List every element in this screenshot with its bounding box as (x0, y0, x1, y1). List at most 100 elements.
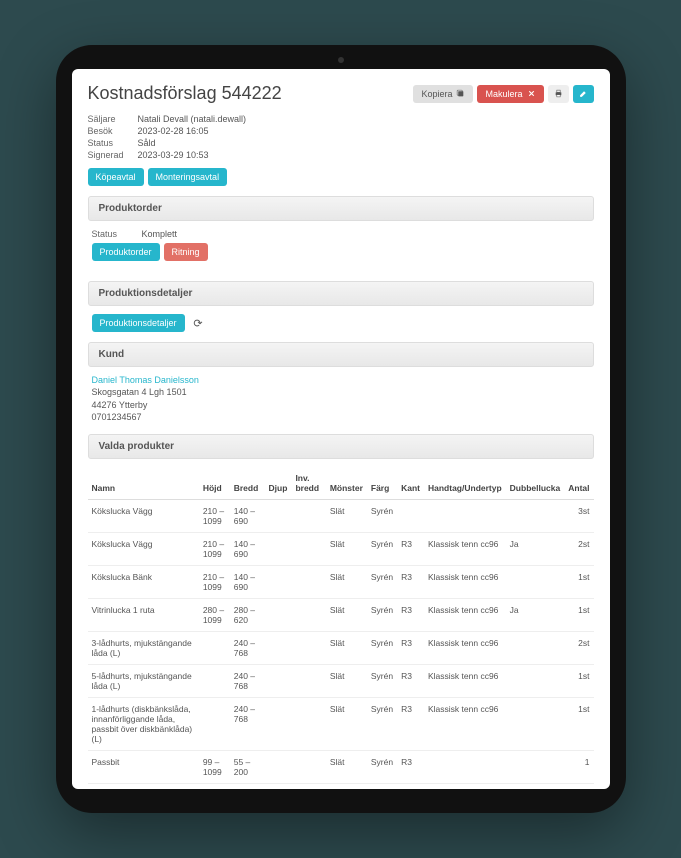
cell-name: Kökslucka Bänk (88, 565, 199, 598)
cell-edge (397, 499, 424, 532)
cell-edge (397, 783, 424, 789)
table-row: Vitrinlucka 1 ruta280 – 1099280 – 620Slä… (88, 598, 594, 631)
table-row: 3-lådhurts, mjukstängande låda (L) 240 – … (88, 631, 594, 664)
customer-name-link[interactable]: Daniel Thomas Danielsson (92, 375, 199, 385)
table-row: Kökslucka Vägg210 – 1099140 – 690SlätSyr… (88, 499, 594, 532)
copy-button[interactable]: Kopiera (413, 85, 473, 103)
cancel-button[interactable]: Makulera (477, 85, 543, 103)
copy-label: Kopiera (421, 89, 452, 99)
cell-color: Syrén (367, 750, 397, 783)
cell-double (506, 565, 565, 598)
cell-height: 210 – 1099 (199, 499, 230, 532)
cell-pattern: Slät (326, 664, 367, 697)
cell-double (506, 697, 565, 750)
col-qty: Antal (564, 467, 593, 500)
product-order-body: StatusKomplett Produktorder Ritning (88, 229, 594, 281)
cell-height (199, 631, 230, 664)
cell-depth (265, 631, 292, 664)
cell-color: Syrén (367, 598, 397, 631)
cell-inner (291, 532, 325, 565)
cell-width: 240 – 768 (230, 631, 265, 664)
cell-pattern: Slät (326, 631, 367, 664)
cell-handle (424, 499, 506, 532)
cell-qty: 3st (564, 499, 593, 532)
mounting-agreement-button[interactable]: Monteringsavtal (148, 168, 228, 186)
cell-handle (424, 783, 506, 789)
production-details-button[interactable]: Produktionsdetaljer (92, 314, 185, 332)
cell-inner (291, 631, 325, 664)
col-depth: Djup (265, 467, 292, 500)
table-row: Passbit99 – 109955 – 200SlätSyrénR31 (88, 750, 594, 783)
cell-handle: Klassisk tenn cc96 (424, 631, 506, 664)
cell-handle: Klassisk tenn cc96 (424, 565, 506, 598)
customer-body: Daniel Thomas Danielsson Skogsgatan 4 Lg… (88, 375, 594, 434)
product-order-heading: Produktorder (88, 196, 594, 221)
cell-edge: R3 (397, 750, 424, 783)
po-status-label: Status (92, 229, 136, 239)
cell-handle: Klassisk tenn cc96 (424, 532, 506, 565)
cell-name: 5-lådhurts, mjukstängande låda (L) (88, 664, 199, 697)
cell-height: 210 – 1099 (199, 532, 230, 565)
cell-name: 1-lådhurts (diskbänkslåda, innanförligga… (88, 697, 199, 750)
cell-depth (265, 532, 292, 565)
cell-name: Värmelist (88, 783, 199, 789)
cell-pattern: Slät (326, 532, 367, 565)
copy-icon (456, 89, 465, 98)
seller-label: Säljare (88, 114, 132, 124)
cell-handle: Klassisk tenn cc96 (424, 697, 506, 750)
cell-name: Passbit (88, 750, 199, 783)
cell-width (230, 783, 265, 789)
cell-inner (291, 664, 325, 697)
cell-color: Syrén (367, 499, 397, 532)
cell-name: Kökslucka Vägg (88, 532, 199, 565)
customer-city: 44276 Ytterby (92, 399, 590, 412)
cell-width: 140 – 690 (230, 565, 265, 598)
cell-inner (291, 499, 325, 532)
cell-color: Syrén (367, 532, 397, 565)
cell-double (506, 783, 565, 789)
cell-height: 99 – 1099 (199, 750, 230, 783)
print-button[interactable] (548, 85, 569, 103)
cell-width: 280 – 620 (230, 598, 265, 631)
cell-height (199, 664, 230, 697)
product-order-button[interactable]: Produktorder (92, 243, 160, 261)
table-row: 5-lådhurts, mjukstängande låda (L)240 – … (88, 664, 594, 697)
cell-double (506, 499, 565, 532)
meta-block: SäljareNatali Devall (natali.dewall) Bes… (88, 114, 594, 160)
customer-heading: Kund (88, 342, 594, 367)
cell-edge: R3 (397, 565, 424, 598)
table-row: Värmelist–1st (88, 783, 594, 789)
cell-handle: Klassisk tenn cc96 (424, 664, 506, 697)
cell-width: 55 – 200 (230, 750, 265, 783)
seller-value: Natali Devall (natali.dewall) (138, 114, 247, 124)
cell-inner (291, 598, 325, 631)
col-inner: Inv. bredd (291, 467, 325, 500)
cell-double (506, 664, 565, 697)
table-row: Kökslucka Vägg210 – 1099140 – 690SlätSyr… (88, 532, 594, 565)
cell-width: 240 – 768 (230, 697, 265, 750)
cell-double: Ja (506, 532, 565, 565)
cell-color: Syrén (367, 631, 397, 664)
signed-value: 2023-03-29 10:53 (138, 150, 209, 160)
drawing-button[interactable]: Ritning (164, 243, 208, 261)
purchase-agreement-button[interactable]: Köpeavtal (88, 168, 144, 186)
signed-label: Signerad (88, 150, 132, 160)
cell-height (199, 783, 230, 789)
refresh-icon[interactable]: ⟳ (193, 317, 207, 330)
cell-depth (265, 499, 292, 532)
cell-depth: – (265, 783, 292, 789)
cell-height: 210 – 1099 (199, 565, 230, 598)
cell-qty: 2st (564, 532, 593, 565)
cell-handle: Klassisk tenn cc96 (424, 598, 506, 631)
cell-edge: R3 (397, 598, 424, 631)
cell-qty: 1 (564, 750, 593, 783)
tablet-frame: Kostnadsförslag 544222 Kopiera Makulera (56, 45, 626, 813)
cell-color: Syrén (367, 565, 397, 598)
cell-color: Syrén (367, 664, 397, 697)
close-icon (527, 89, 536, 98)
table-row: 1-lådhurts (diskbänkslåda, innanförligga… (88, 697, 594, 750)
cell-color (367, 783, 397, 789)
cell-name: 3-lådhurts, mjukstängande låda (L) (88, 631, 199, 664)
edit-button[interactable] (573, 85, 594, 103)
col-width: Bredd (230, 467, 265, 500)
